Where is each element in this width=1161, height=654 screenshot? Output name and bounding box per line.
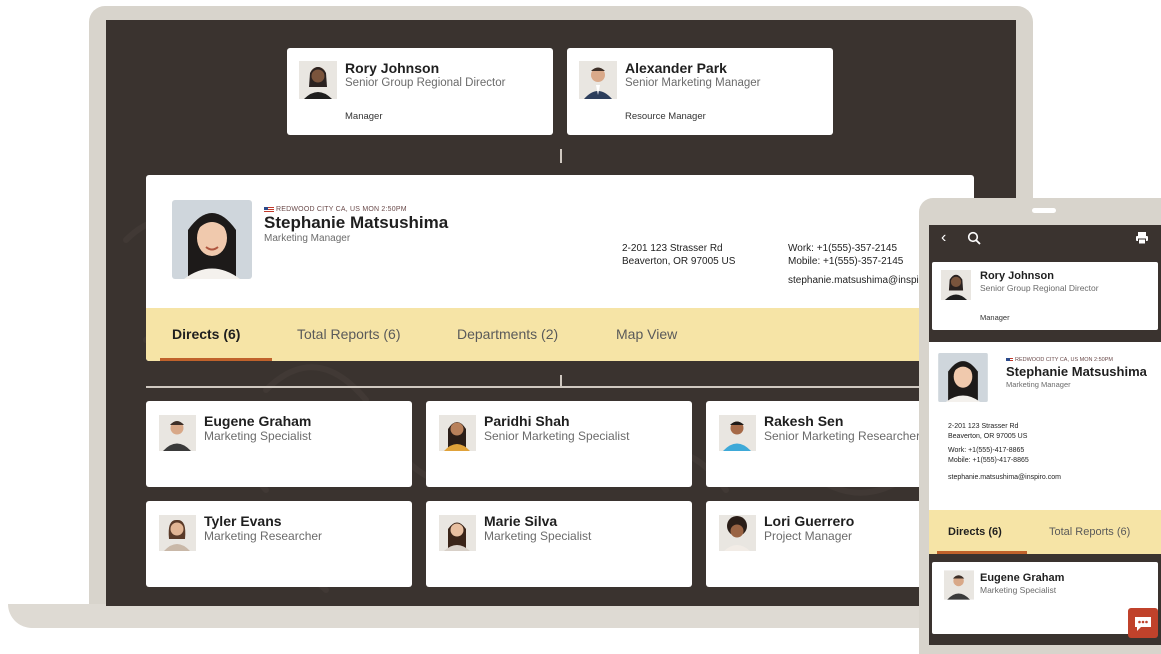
mobile-phone[interactable]: Mobile: +1(555)-357-2145: [788, 255, 903, 268]
work-phone[interactable]: Work: +1(555)-417-8865: [948, 446, 1029, 456]
manager-role: Manager: [345, 111, 383, 122]
manager-name: Alexander Park: [625, 60, 727, 76]
manager-name: Rory Johnson: [345, 60, 440, 76]
avatar: [719, 415, 756, 451]
profile-email[interactable]: stephanie.matsushima@inspi: [788, 275, 919, 286]
tab-total-reports[interactable]: Total Reports (6): [297, 308, 400, 361]
report-name: Marie Silva: [484, 513, 558, 529]
address-line-1: 2-201 123 Strasser Rd: [948, 423, 1019, 430]
profile-card: REDWOOD CITY CA, US MON 2:50PM Stephanie…: [146, 175, 974, 361]
location-time: REDWOOD CITY CA, US MON 2:50PM: [264, 206, 407, 213]
profile-email[interactable]: stephanie.matsushima@inspiro.com: [948, 474, 1061, 481]
report-title: Senior Marketing Specialist: [484, 429, 630, 443]
tab-directs[interactable]: Directs (6): [172, 308, 240, 361]
manager-role: Resource Manager: [625, 111, 706, 122]
laptop-base: [8, 604, 968, 628]
report-title: Project Manager: [764, 529, 853, 543]
search-icon[interactable]: [967, 231, 981, 245]
report-title: Marketing Researcher: [204, 529, 323, 543]
tab-map-view[interactable]: Map View: [616, 308, 677, 361]
profile-photo: [172, 200, 252, 279]
profile-name: Stephanie Matsushima: [264, 213, 449, 232]
direct-report-card[interactable]: Tyler Evans Marketing Researcher: [146, 501, 412, 587]
report-title: Marketing Specialist: [980, 585, 1057, 595]
direct-report-card[interactable]: Paridhi Shah Senior Marketing Specialist: [426, 401, 692, 487]
address-line-1: 2-201 123 Strasser Rd: [622, 243, 723, 254]
tablet-toolbar: ‹: [929, 225, 1161, 255]
manager-title: Senior Group Regional Director: [345, 77, 506, 89]
report-name: Lori Guerrero: [764, 513, 855, 529]
print-icon[interactable]: [1135, 231, 1149, 245]
manager-card[interactable]: Rory Johnson Senior Group Regional Direc…: [287, 48, 553, 135]
tab-departments[interactable]: Departments (2): [457, 308, 558, 361]
avatar: [159, 415, 196, 451]
location-text: REDWOOD CITY CA, US MON 2:50PM: [1015, 357, 1113, 363]
location-time: REDWOOD CITY CA, US MON 2:50PM: [1006, 357, 1113, 363]
profile-card: REDWOOD CITY CA, US MON 2:50PM Stephanie…: [929, 342, 1161, 554]
profile-phones: Work: +1(555)-357-2145 Mobile: +1(555)-3…: [788, 242, 903, 268]
active-tab-indicator: [937, 551, 1027, 554]
address-line-2: Beaverton, OR 97005 US: [948, 433, 1028, 440]
report-title: Marketing Specialist: [204, 429, 312, 443]
profile-address: 2-201 123 Strasser Rd Beaverton, OR 9700…: [622, 242, 735, 268]
back-chevron-icon[interactable]: ‹: [941, 229, 946, 247]
avatar: [579, 61, 617, 99]
tab-bar: Directs (6) Total Reports (6): [929, 510, 1161, 554]
laptop-screen: Rory Johnson Senior Group Regional Direc…: [106, 20, 1016, 606]
profile-title: Marketing Manager: [264, 233, 351, 244]
direct-report-card[interactable]: Marie Silva Marketing Specialist: [426, 501, 692, 587]
chat-bubble-icon: [1135, 617, 1151, 631]
avatar: [439, 515, 476, 551]
profile-phones: Work: +1(555)-417-8865 Mobile: +1(555)-4…: [948, 446, 1029, 466]
avatar: [439, 415, 476, 451]
tab-bar: Directs (6) Total Reports (6) Department…: [146, 308, 974, 361]
profile-name: Stephanie Matsushima: [1006, 364, 1147, 379]
chat-button[interactable]: [1128, 608, 1158, 638]
active-tab-indicator: [160, 358, 272, 361]
avatar: [299, 61, 337, 99]
tablet-speaker: [1032, 208, 1056, 213]
report-name: Tyler Evans: [204, 513, 282, 529]
org-connector: [560, 149, 562, 163]
tab-directs[interactable]: Directs (6): [948, 510, 1002, 554]
report-name: Paridhi Shah: [484, 413, 570, 429]
profile-photo: [938, 353, 988, 402]
tablet-screen: ‹ Rory Johnson Senior Group Regional Dir…: [929, 225, 1161, 645]
location-text: REDWOOD CITY CA, US MON 2:50PM: [276, 206, 407, 213]
tab-total-reports[interactable]: Total Reports (6): [1049, 510, 1130, 554]
profile-title: Marketing Manager: [1006, 380, 1071, 389]
avatar: [719, 515, 756, 551]
report-title: Marketing Specialist: [484, 529, 592, 543]
avatar: [941, 270, 971, 300]
manager-card[interactable]: Rory Johnson Senior Group Regional Direc…: [932, 262, 1158, 330]
address-line-2: Beaverton, OR 97005 US: [622, 256, 736, 267]
profile-address: 2-201 123 Strasser Rd Beaverton, OR 9700…: [948, 422, 1027, 442]
avatar: [159, 515, 196, 551]
report-name: Eugene Graham: [204, 413, 312, 429]
direct-report-card[interactable]: Eugene Graham Marketing Specialist: [932, 562, 1158, 634]
manager-title: Senior Marketing Manager: [625, 77, 761, 89]
report-title: Senior Marketing Researcher: [764, 429, 921, 443]
mobile-phone[interactable]: Mobile: +1(555)-417-8865: [948, 456, 1029, 466]
us-flag-icon: [1006, 358, 1013, 362]
avatar: [944, 570, 974, 600]
manager-title: Senior Group Regional Director: [980, 283, 1099, 293]
manager-name: Rory Johnson: [980, 270, 1054, 282]
org-connector: [560, 375, 562, 387]
manager-card[interactable]: Alexander Park Senior Marketing Manager …: [567, 48, 833, 135]
direct-report-card[interactable]: Eugene Graham Marketing Specialist: [146, 401, 412, 487]
org-connector: [146, 386, 1016, 388]
manager-role: Manager: [980, 313, 1010, 322]
us-flag-icon: [264, 206, 274, 213]
work-phone[interactable]: Work: +1(555)-357-2145: [788, 242, 903, 255]
report-name: Rakesh Sen: [764, 413, 844, 429]
report-name: Eugene Graham: [980, 572, 1065, 584]
